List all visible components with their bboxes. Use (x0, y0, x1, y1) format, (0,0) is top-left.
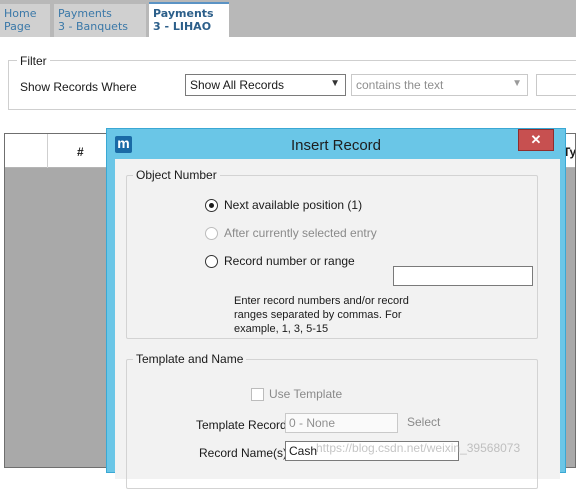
radio-after-selected-label: After currently selected entry (224, 226, 377, 240)
template-record-field: 0 - None (285, 413, 398, 433)
row-selector-header[interactable] (5, 134, 48, 168)
radio-next-available[interactable]: Next available position (1) (205, 198, 362, 212)
radio-icon (205, 226, 218, 240)
filter-text-input (536, 74, 576, 96)
condition-value: contains the text (356, 78, 444, 92)
tab-payments-banquets[interactable]: Payments 3 - Banquets (54, 4, 146, 37)
dialog-body: Object Number Next available position (1… (115, 159, 560, 489)
radio-record-range-label: Record number or range (224, 254, 355, 268)
radio-after-selected: After currently selected entry (205, 226, 377, 240)
filter-label: Show Records Where (20, 80, 137, 94)
use-template-checkbox (251, 387, 264, 401)
record-range-input[interactable] (393, 266, 533, 286)
use-template-checkbox-row: Use Template (251, 387, 342, 401)
radio-icon (205, 254, 218, 268)
chevron-down-icon: ▼ (512, 78, 522, 89)
filter-legend: Filter (17, 54, 50, 68)
condition-dropdown: contains the text ▼ (351, 74, 528, 96)
chevron-down-icon: ▼ (330, 78, 340, 89)
dialog-titlebar[interactable]: m Insert Record ✕ (107, 129, 565, 159)
tab-payments-lihao[interactable]: Payments 3 - LIHAO (149, 2, 229, 37)
radio-checked-icon (205, 198, 218, 212)
close-button[interactable]: ✕ (518, 129, 554, 151)
object-number-group: Object Number Next available position (1… (126, 168, 538, 339)
tab-home-page[interactable]: Home Page (0, 4, 50, 37)
template-record-label: Template Record (196, 418, 287, 432)
select-link: Select (407, 415, 441, 429)
radio-next-available-label: Next available position (1) (224, 198, 363, 212)
show-records-dropdown[interactable]: Show All Records ▼ (185, 74, 346, 96)
use-template-label: Use Template (269, 387, 343, 401)
range-hint-text: Enter record numbers and/or record range… (234, 295, 409, 335)
record-name-label: Record Name(s) (199, 446, 288, 460)
template-name-legend: Template and Name (133, 352, 247, 366)
watermark-text: https://blog.csdn.net/weixin_39568073 (316, 441, 521, 455)
radio-record-range[interactable]: Record number or range (205, 254, 355, 268)
show-records-value: Show All Records (190, 78, 285, 92)
object-number-legend: Object Number (133, 168, 220, 182)
insert-record-dialog: m Insert Record ✕ Object Number Next ava… (106, 128, 566, 489)
column-header-number[interactable]: # (77, 145, 84, 159)
tab-bar: Home Page Payments 3 - Banquets Payments… (0, 0, 576, 37)
dialog-title: Insert Record (290, 137, 382, 154)
